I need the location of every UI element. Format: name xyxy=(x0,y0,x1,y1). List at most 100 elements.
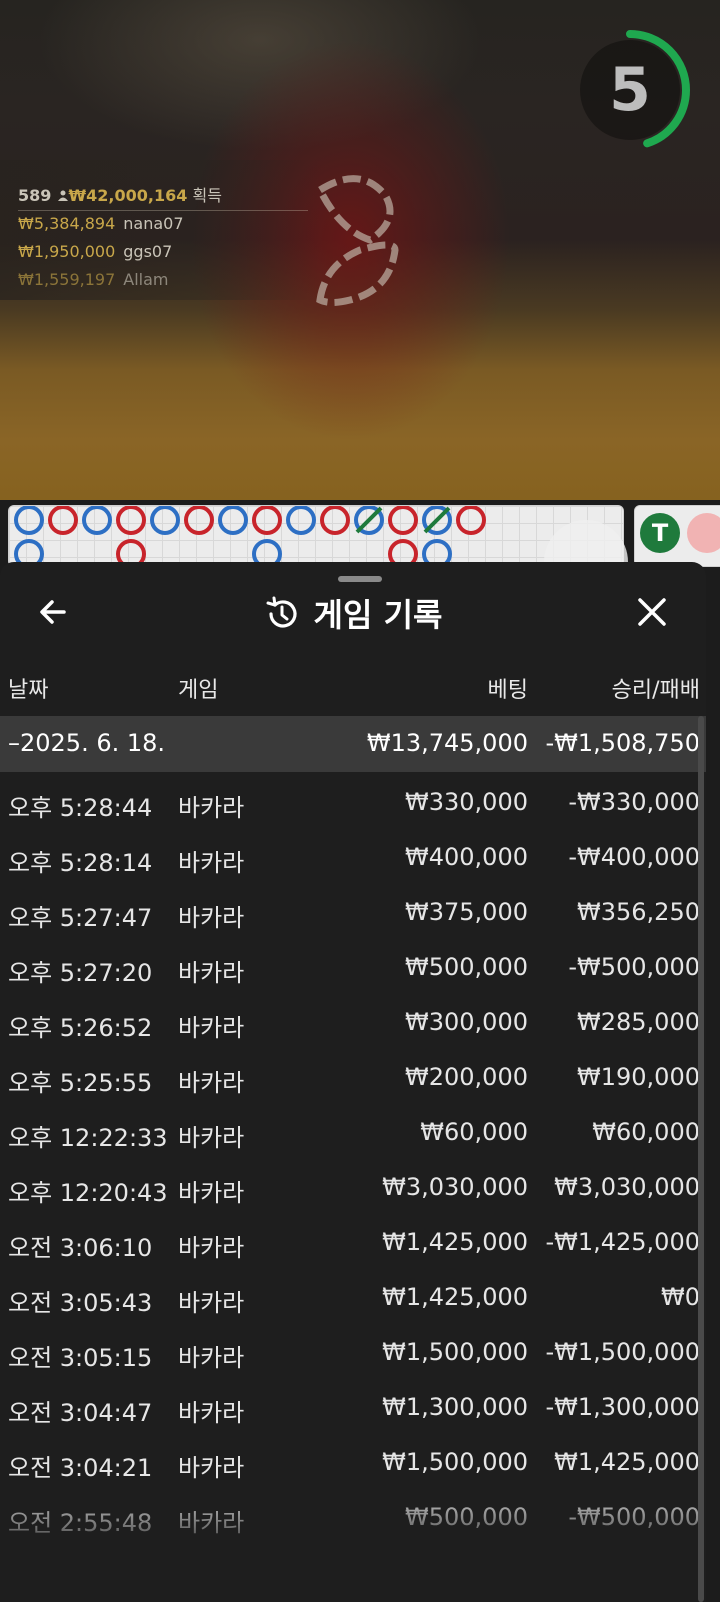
row-bet: ₩300,000 xyxy=(405,1008,528,1036)
row-game: 바카라 xyxy=(178,794,245,822)
row-time: 오전 3:05:15 xyxy=(8,1344,153,1372)
row-bet: ₩500,000 xyxy=(405,953,528,981)
player-mark xyxy=(286,506,316,535)
row-game: 바카라 xyxy=(178,849,245,877)
player-mark xyxy=(218,506,248,535)
row-bet: ₩1,500,000 xyxy=(382,1338,528,1366)
row-game: 바카라 xyxy=(178,1289,245,1317)
drag-handle[interactable] xyxy=(338,576,382,582)
row-game: 바카라 xyxy=(178,1014,245,1042)
row-bet: ₩1,425,000 xyxy=(382,1228,528,1256)
date-group-bet: ₩13,745,000 xyxy=(366,729,528,757)
history-row[interactable]: 오후 5:27:47 바카라 ₩375,000 ₩356,250 xyxy=(0,884,706,939)
row-time: 오후 5:28:44 xyxy=(8,794,153,822)
winner-amount: ₩1,950,000 xyxy=(18,242,116,261)
column-date: 날짜 xyxy=(8,678,49,703)
close-icon[interactable] xyxy=(632,592,672,632)
row-bet: ₩1,500,000 xyxy=(382,1448,528,1476)
row-result: ₩0 xyxy=(661,1283,700,1311)
history-row[interactable]: 오전 3:04:21 바카라 ₩1,500,000 ₩1,425,000 xyxy=(0,1434,706,1489)
list-fade xyxy=(0,1482,706,1602)
row-bet: ₩60,000 xyxy=(420,1118,528,1146)
winner-row: ₩1,950,000 ggs07 xyxy=(18,242,172,261)
row-bet: ₩375,000 xyxy=(405,898,528,926)
row-result: -₩1,300,000 xyxy=(545,1393,700,1421)
row-bet: ₩400,000 xyxy=(405,843,528,871)
countdown-number: 5 xyxy=(609,55,651,125)
banker-mark xyxy=(388,506,418,535)
winners-summary: 589 ₩42,000,164 획득 xyxy=(18,182,222,206)
history-icon xyxy=(266,596,297,628)
winner-name: ggs07 xyxy=(123,242,173,261)
row-result: ₩285,000 xyxy=(577,1008,700,1036)
row-time: 오전 3:04:47 xyxy=(8,1399,153,1427)
row-game: 바카라 xyxy=(178,1234,245,1262)
history-list: 오후 5:28:44 바카라 ₩330,000 -₩330,000 오후 5:28:14… xyxy=(0,774,706,1544)
tie-badge: T xyxy=(640,513,680,553)
row-result: ₩1,425,000 xyxy=(554,1448,700,1476)
row-game: 바카라 xyxy=(178,1454,245,1482)
sheet-title: 게임 기록 xyxy=(0,590,706,636)
row-time: 오전 3:06:10 xyxy=(8,1234,153,1262)
banker-mark xyxy=(252,506,282,535)
history-row[interactable]: 오후 5:28:44 바카라 ₩330,000 -₩330,000 xyxy=(0,774,706,829)
history-row[interactable]: 오후 12:22:33 바카라 ₩60,000 ₩60,000 xyxy=(0,1104,706,1159)
row-time: 오후 5:27:47 xyxy=(8,904,153,932)
column-game: 게임 xyxy=(178,678,219,703)
row-time: 오후 12:22:33 xyxy=(8,1124,168,1152)
history-row[interactable]: 오후 5:28:14 바카라 ₩400,000 -₩400,000 xyxy=(0,829,706,884)
winners-panel: 589 ₩42,000,164 획득 ₩5,384,894 nana07 ₩1,9… xyxy=(0,160,320,300)
row-game: 바카라 xyxy=(178,1399,245,1427)
row-time: 오후 5:25:55 xyxy=(8,1069,153,1097)
banker-mark xyxy=(456,506,486,535)
row-game: 바카라 xyxy=(178,904,245,932)
history-row[interactable]: 오전 3:05:15 바카라 ₩1,500,000 -₩1,500,000 xyxy=(0,1324,706,1379)
table-header: 날짜 게임 베팅 승리/패배 xyxy=(0,662,706,710)
history-row[interactable]: 오전 3:06:10 바카라 ₩1,425,000 -₩1,425,000 xyxy=(0,1214,706,1269)
history-row[interactable]: 오후 12:20:43 바카라 ₩3,030,000 ₩3,030,000 xyxy=(0,1159,706,1214)
row-bet: ₩1,300,000 xyxy=(382,1393,528,1421)
history-row[interactable]: 오전 3:05:43 바카라 ₩1,425,000 ₩0 xyxy=(0,1269,706,1324)
winner-amount: ₩5,384,894 xyxy=(18,214,116,233)
road-marks xyxy=(14,506,486,566)
row-game: 바카라 xyxy=(178,959,245,987)
banker-mark xyxy=(116,506,146,535)
row-result: -₩500,000 xyxy=(568,953,700,981)
winner-suffix: 획득 xyxy=(192,186,222,205)
column-result: 승리/패배 xyxy=(611,678,700,703)
row-bet: ₩3,030,000 xyxy=(382,1173,528,1201)
winner-count: 589 xyxy=(18,186,52,205)
row-result: ₩356,250 xyxy=(577,898,700,926)
row-result: ₩3,030,000 xyxy=(554,1173,700,1201)
history-row[interactable]: 오후 5:26:52 바카라 ₩300,000 ₩285,000 xyxy=(0,994,706,1049)
date-group-label: –2025. 6. 18. xyxy=(8,729,166,757)
row-result: ₩190,000 xyxy=(577,1063,700,1091)
date-group-row[interactable]: –2025. 6. 18. ₩13,745,000 -₩1,508,750 xyxy=(0,716,706,772)
bead-road[interactable] xyxy=(8,505,624,567)
history-row[interactable]: 오전 3:04:47 바카라 ₩1,300,000 -₩1,300,000 xyxy=(0,1379,706,1434)
date-group-result: -₩1,508,750 xyxy=(545,729,700,757)
person-icon xyxy=(57,190,68,201)
row-bet: ₩330,000 xyxy=(405,788,528,816)
player-mark xyxy=(150,506,180,535)
history-row[interactable]: 오후 5:25:55 바카라 ₩200,000 ₩190,000 xyxy=(0,1049,706,1104)
row-game: 바카라 xyxy=(178,1069,245,1097)
title-text: 게임 기록 xyxy=(313,596,443,634)
scrollbar[interactable] xyxy=(698,716,704,1602)
history-row[interactable]: 오후 5:27:20 바카라 ₩500,000 -₩500,000 xyxy=(0,939,706,994)
divider xyxy=(18,210,308,211)
banker-mark xyxy=(320,506,350,535)
banker-badge xyxy=(687,513,720,553)
row-time: 오후 5:28:14 xyxy=(8,849,153,877)
row-game: 바카라 xyxy=(178,1179,245,1207)
row-result: ₩60,000 xyxy=(592,1118,700,1146)
row-time: 오전 3:04:21 xyxy=(8,1454,153,1482)
row-result: -₩1,500,000 xyxy=(545,1338,700,1366)
row-result: -₩330,000 xyxy=(568,788,700,816)
brand-logo-icon xyxy=(315,175,399,306)
row-result: -₩400,000 xyxy=(568,843,700,871)
row-result: -₩1,425,000 xyxy=(545,1228,700,1256)
winner-total: ₩42,000,164 xyxy=(68,186,188,205)
row-time: 오전 3:05:43 xyxy=(8,1289,153,1317)
banker-mark xyxy=(48,506,78,535)
